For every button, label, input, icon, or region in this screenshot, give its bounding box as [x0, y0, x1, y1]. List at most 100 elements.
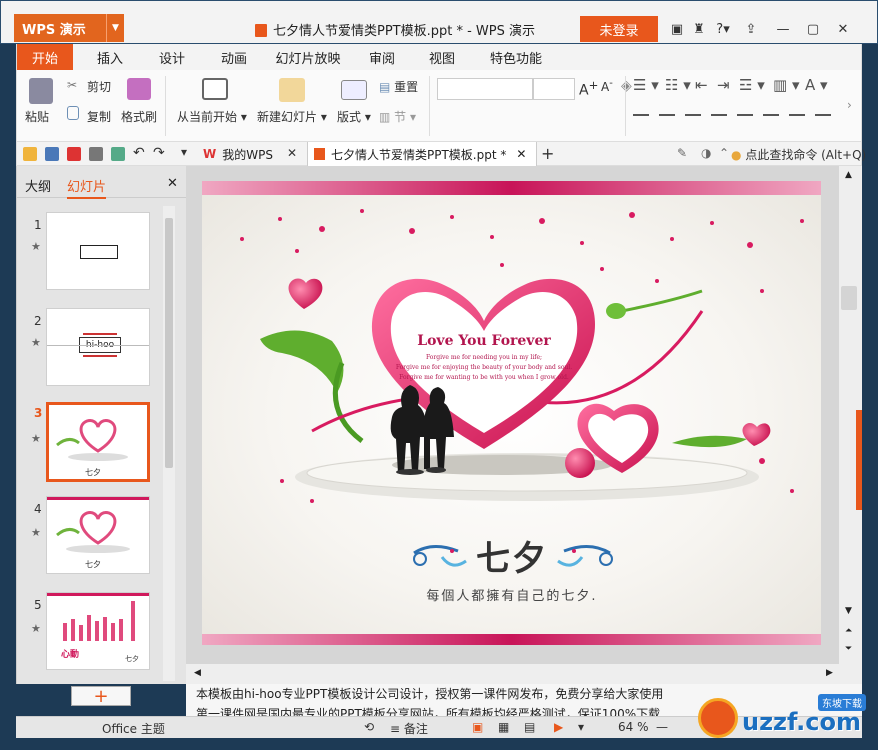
- reading-view-icon[interactable]: ▤: [524, 720, 535, 734]
- font-name-combo[interactable]: [437, 78, 533, 100]
- copy-icon[interactable]: [67, 106, 79, 120]
- section-button[interactable]: ▥ 节 ▾: [379, 108, 416, 125]
- copy-button[interactable]: 复制: [87, 108, 111, 125]
- notes-toggle[interactable]: ≡ 备注: [390, 720, 428, 737]
- ribbon-scroll-right-icon[interactable]: ›: [847, 98, 852, 112]
- paste-button[interactable]: 粘贴: [25, 108, 49, 125]
- layout-icon[interactable]: [341, 80, 367, 100]
- redo-icon[interactable]: ↷: [153, 145, 165, 161]
- align-middle-icon[interactable]: [789, 114, 805, 116]
- tool-icon[interactable]: ✎: [677, 146, 687, 160]
- tab-view[interactable]: 视图: [419, 44, 465, 70]
- new-slide-icon[interactable]: [279, 78, 305, 102]
- app-menu-button[interactable]: WPS 演示 ▼: [14, 14, 124, 42]
- prev-slide-icon[interactable]: ⏶: [845, 626, 852, 636]
- minimize-button[interactable]: —: [770, 16, 796, 42]
- clear-format-icon[interactable]: ◈: [621, 78, 632, 94]
- slide-thumbnail-1[interactable]: [46, 212, 150, 290]
- zoom-out-icon[interactable]: —: [656, 720, 668, 734]
- scroll-thumb[interactable]: [841, 286, 857, 310]
- align-right-icon[interactable]: [685, 114, 701, 116]
- close-panel-button[interactable]: ✕: [167, 176, 178, 191]
- slide-thumbnail-5[interactable]: 心動 七夕: [46, 592, 150, 670]
- history-icon[interactable]: ⟲: [364, 720, 374, 734]
- align-left-icon[interactable]: [633, 114, 649, 116]
- skin-toggle-icon[interactable]: ◑: [701, 146, 711, 160]
- numbering-icon[interactable]: ☷ ▾: [665, 76, 691, 94]
- slide-thumbnail-4[interactable]: 七夕: [46, 496, 150, 574]
- upload-icon[interactable]: ⇪: [738, 16, 764, 42]
- tab-insert[interactable]: 插入: [87, 44, 133, 70]
- slide-thumbnail-3[interactable]: 七夕: [46, 402, 150, 482]
- distribute-icon[interactable]: [737, 114, 753, 116]
- tab-slideshow[interactable]: 幻灯片放映: [271, 44, 345, 70]
- slide-thumbnail-2[interactable]: hi-hoo: [46, 308, 150, 386]
- undo-icon[interactable]: ↶: [133, 145, 145, 161]
- sorter-view-icon[interactable]: ▦: [498, 720, 509, 734]
- from-current-button[interactable]: 从当前开始 ▾: [177, 108, 247, 125]
- tab-slides[interactable]: 幻灯片: [67, 176, 107, 199]
- format-painter-button[interactable]: 格式刷: [121, 108, 157, 125]
- zoom-dropdown-icon[interactable]: ▾: [578, 720, 584, 734]
- slide-number: 1: [34, 218, 42, 232]
- save-icon[interactable]: [45, 147, 59, 161]
- align-top-icon[interactable]: [763, 114, 779, 116]
- shrink-font-icon[interactable]: A-: [601, 78, 613, 94]
- align-center-icon[interactable]: [659, 114, 675, 116]
- next-slide-icon[interactable]: ⏷: [845, 644, 852, 654]
- font-size-combo[interactable]: [533, 78, 575, 100]
- tab-review[interactable]: 审阅: [359, 44, 405, 70]
- close-tab-icon[interactable]: ✕: [287, 146, 297, 160]
- play-from-current-icon[interactable]: [202, 78, 228, 100]
- paste-icon[interactable]: [29, 78, 53, 104]
- grow-font-icon[interactable]: A+: [579, 78, 598, 99]
- cut-button[interactable]: 剪切: [87, 78, 111, 95]
- slideshow-view-icon[interactable]: ▶: [554, 720, 563, 734]
- bullets-icon[interactable]: ☰ ▾: [633, 76, 659, 94]
- login-button[interactable]: 未登录: [580, 16, 658, 42]
- tab-outline[interactable]: 大纲: [25, 176, 51, 195]
- tab-home[interactable]: 开始: [17, 44, 73, 70]
- expand-icon[interactable]: ⌃: [719, 146, 729, 160]
- increase-indent-icon[interactable]: ⇥: [717, 76, 730, 94]
- help-button[interactable]: ? ▾: [708, 16, 738, 42]
- tab-design[interactable]: 设计: [149, 44, 195, 70]
- scroll-left-icon[interactable]: ◀: [194, 668, 201, 678]
- tab-animation[interactable]: 动画: [211, 44, 257, 70]
- command-search[interactable]: ● 点此查找命令 (Alt+Q): [731, 146, 866, 163]
- tab-document[interactable]: 七夕情人节爱情类PPT模板.ppt * ✕: [307, 142, 537, 166]
- column-icon[interactable]: ▥ ▾: [773, 76, 799, 94]
- side-handle[interactable]: [856, 410, 862, 510]
- new-slide-button[interactable]: 新建幻灯片 ▾: [257, 108, 327, 125]
- scroll-down-icon[interactable]: ▼: [845, 606, 852, 616]
- new-tab-button[interactable]: +: [541, 144, 554, 163]
- chevron-down-icon[interactable]: ▼: [106, 14, 124, 42]
- layout-button[interactable]: 版式 ▾: [337, 108, 371, 125]
- tab-special[interactable]: 特色功能: [479, 44, 553, 70]
- restore-button[interactable]: ▢: [800, 16, 826, 42]
- canvas-vertical-scrollbar[interactable]: ▲ ▼ ⏶ ⏷: [839, 166, 862, 664]
- justify-icon[interactable]: [711, 114, 727, 116]
- align-bottom-icon[interactable]: [815, 114, 831, 116]
- print-icon[interactable]: [89, 147, 103, 161]
- brush-icon[interactable]: [127, 78, 151, 100]
- scroll-up-icon[interactable]: ▲: [845, 170, 852, 180]
- close-button[interactable]: ✕: [830, 16, 856, 42]
- customize-qat-icon[interactable]: ▾: [181, 145, 187, 159]
- close-tab-icon[interactable]: ✕: [516, 147, 526, 161]
- zoom-level[interactable]: 64 %: [618, 720, 649, 734]
- text-direction-icon[interactable]: A ▾: [805, 76, 828, 94]
- line-spacing-icon[interactable]: ☲ ▾: [739, 76, 765, 94]
- canvas-horizontal-scrollbar[interactable]: ◀ ▶: [186, 664, 862, 684]
- scroll-right-icon[interactable]: ▶: [826, 668, 833, 678]
- decrease-indent-icon[interactable]: ⇤: [695, 76, 708, 94]
- panel-scroll-thumb[interactable]: [165, 218, 173, 468]
- add-slide-button[interactable]: +: [71, 686, 131, 707]
- open-folder-icon[interactable]: [23, 147, 37, 161]
- normal-view-icon[interactable]: ▣: [472, 720, 483, 734]
- current-slide[interactable]: Love You Forever Forgive me for needing …: [202, 181, 821, 645]
- reset-button[interactable]: ▤ 重置: [379, 78, 418, 95]
- pdf-export-icon[interactable]: [67, 147, 81, 161]
- scissors-icon[interactable]: ✂: [67, 78, 77, 92]
- print-preview-icon[interactable]: [111, 147, 125, 161]
